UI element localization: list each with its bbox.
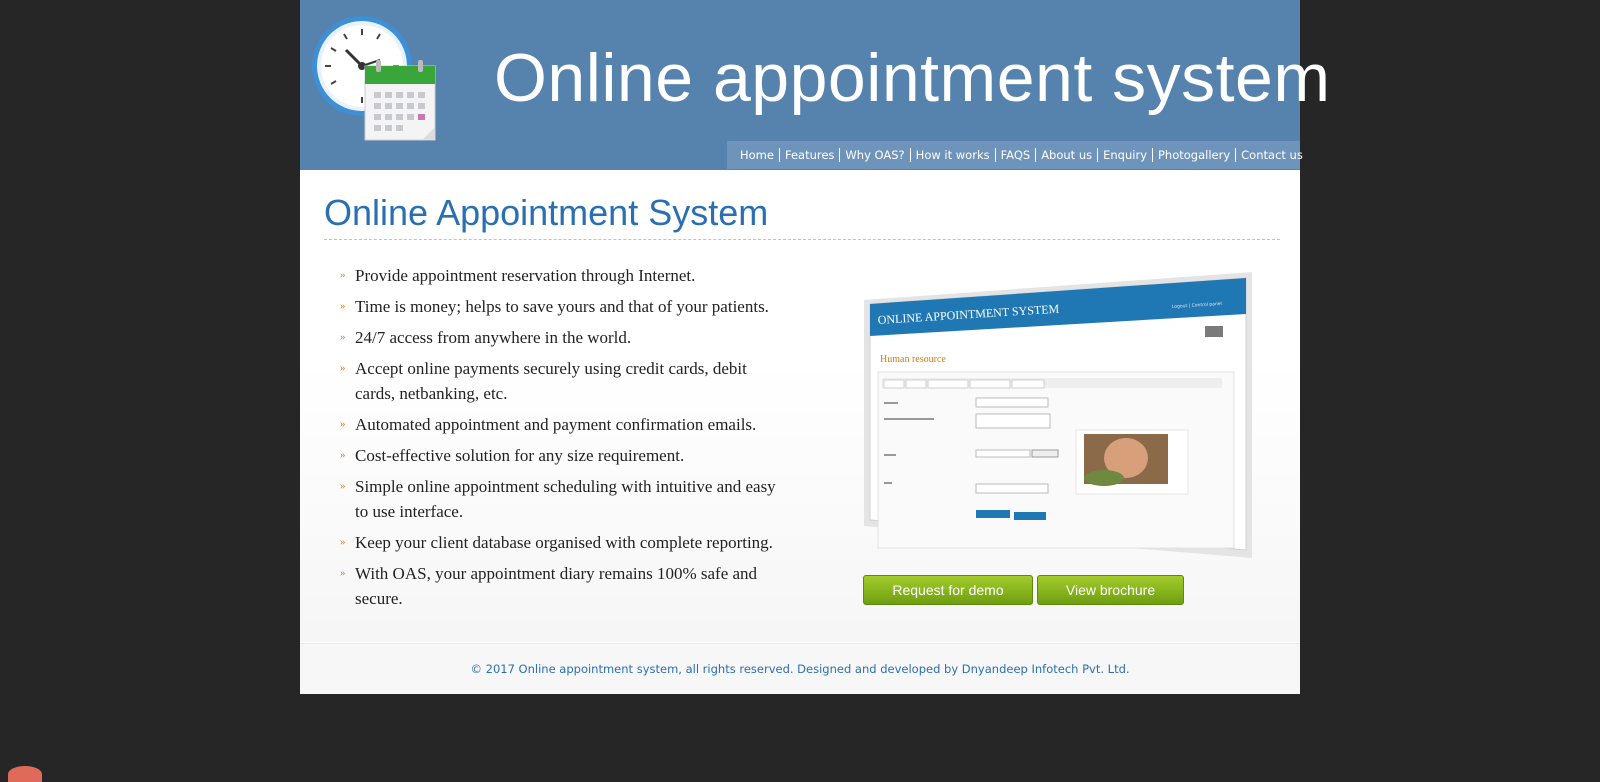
feature-text: With OAS, your appointment diary remains… — [355, 564, 758, 608]
nav-features[interactable]: Features — [780, 148, 841, 162]
site-title: Online appointment system — [494, 40, 1331, 116]
site-footer: © 2017 Online appointment system, all ri… — [300, 644, 1300, 694]
page-title: Online Appointment System — [324, 192, 769, 233]
nav-why-oas[interactable]: Why OAS? — [840, 148, 911, 162]
copyright-text: © 2017 Online appointment system, all ri… — [470, 662, 1130, 676]
feature-item: » Time is money; helps to save yours and … — [340, 294, 780, 319]
feature-item: » With OAS, your appointment diary remain… — [340, 561, 780, 611]
nav-home[interactable]: Home — [735, 148, 780, 162]
title-divider — [324, 239, 1280, 240]
feature-item: » Accept online payments securely using c… — [340, 356, 780, 406]
page-container: Online appointment system Home Features … — [300, 0, 1330, 694]
chevron-bullet-icon: » — [340, 480, 346, 492]
feature-item: » 24/7 access from anywhere in the world. — [340, 325, 780, 350]
view-brochure-button[interactable]: View brochure — [1037, 575, 1184, 605]
request-demo-button[interactable]: Request for demo — [863, 575, 1033, 605]
feature-text: Time is money; helps to save yours and t… — [355, 297, 769, 316]
floating-widget-icon[interactable] — [8, 766, 42, 782]
chevron-bullet-icon: » — [340, 331, 346, 343]
feature-text: Accept online payments securely using cr… — [355, 359, 747, 403]
chevron-bullet-icon: » — [340, 567, 346, 579]
nav-about-us[interactable]: About us — [1036, 148, 1099, 162]
feature-text: Cost-effective solution for any size req… — [355, 446, 685, 465]
feature-item: » Automated appointment and payment confi… — [340, 412, 780, 437]
chevron-bullet-icon: » — [340, 449, 346, 461]
clock-calendar-icon[interactable] — [310, 14, 442, 144]
feature-item: » Keep your client database organised wit… — [340, 530, 780, 555]
feature-text: Simple online appointment scheduling wit… — [355, 477, 776, 521]
feature-text: Automated appointment and payment confir… — [355, 415, 757, 434]
chevron-bullet-icon: » — [340, 536, 346, 548]
nav-enquiry[interactable]: Enquiry — [1098, 148, 1153, 162]
chevron-bullet-icon: » — [340, 418, 346, 430]
feature-text: Keep your client database organised with… — [355, 533, 773, 552]
preview-section-title: Human resource — [880, 354, 946, 365]
feature-text: Provide appointment reservation through … — [355, 266, 696, 285]
nav-photogallery[interactable]: Photogallery — [1153, 148, 1237, 162]
nav-faqs[interactable]: FAQS — [996, 148, 1037, 162]
feature-item: » Simple online appointment scheduling wi… — [340, 474, 780, 524]
chevron-bullet-icon: » — [340, 300, 346, 312]
feature-text: 24/7 access from anywhere in the world. — [355, 328, 632, 347]
preview-toolbar-icon — [1205, 326, 1223, 337]
app-screenshot-preview: ONLINE APPOINTMENT SYSTEM Logout | Contr… — [864, 272, 1252, 558]
main-nav: Home Features Why OAS? How it works FAQS… — [727, 141, 1303, 169]
main-content: Online Appointment System » Provide appoi… — [300, 172, 1300, 642]
site-header: Online appointment system Home Features … — [300, 0, 1330, 170]
feature-item: » Cost-effective solution for any size re… — [340, 443, 780, 468]
chevron-bullet-icon: » — [340, 269, 346, 281]
feature-list: » Provide appointment reservation through… — [340, 263, 780, 617]
chevron-bullet-icon: » — [340, 362, 346, 374]
nav-how-it-works[interactable]: How it works — [911, 148, 996, 162]
feature-item: » Provide appointment reservation through… — [340, 263, 780, 288]
nav-contact-us[interactable]: Contact us — [1236, 148, 1308, 162]
